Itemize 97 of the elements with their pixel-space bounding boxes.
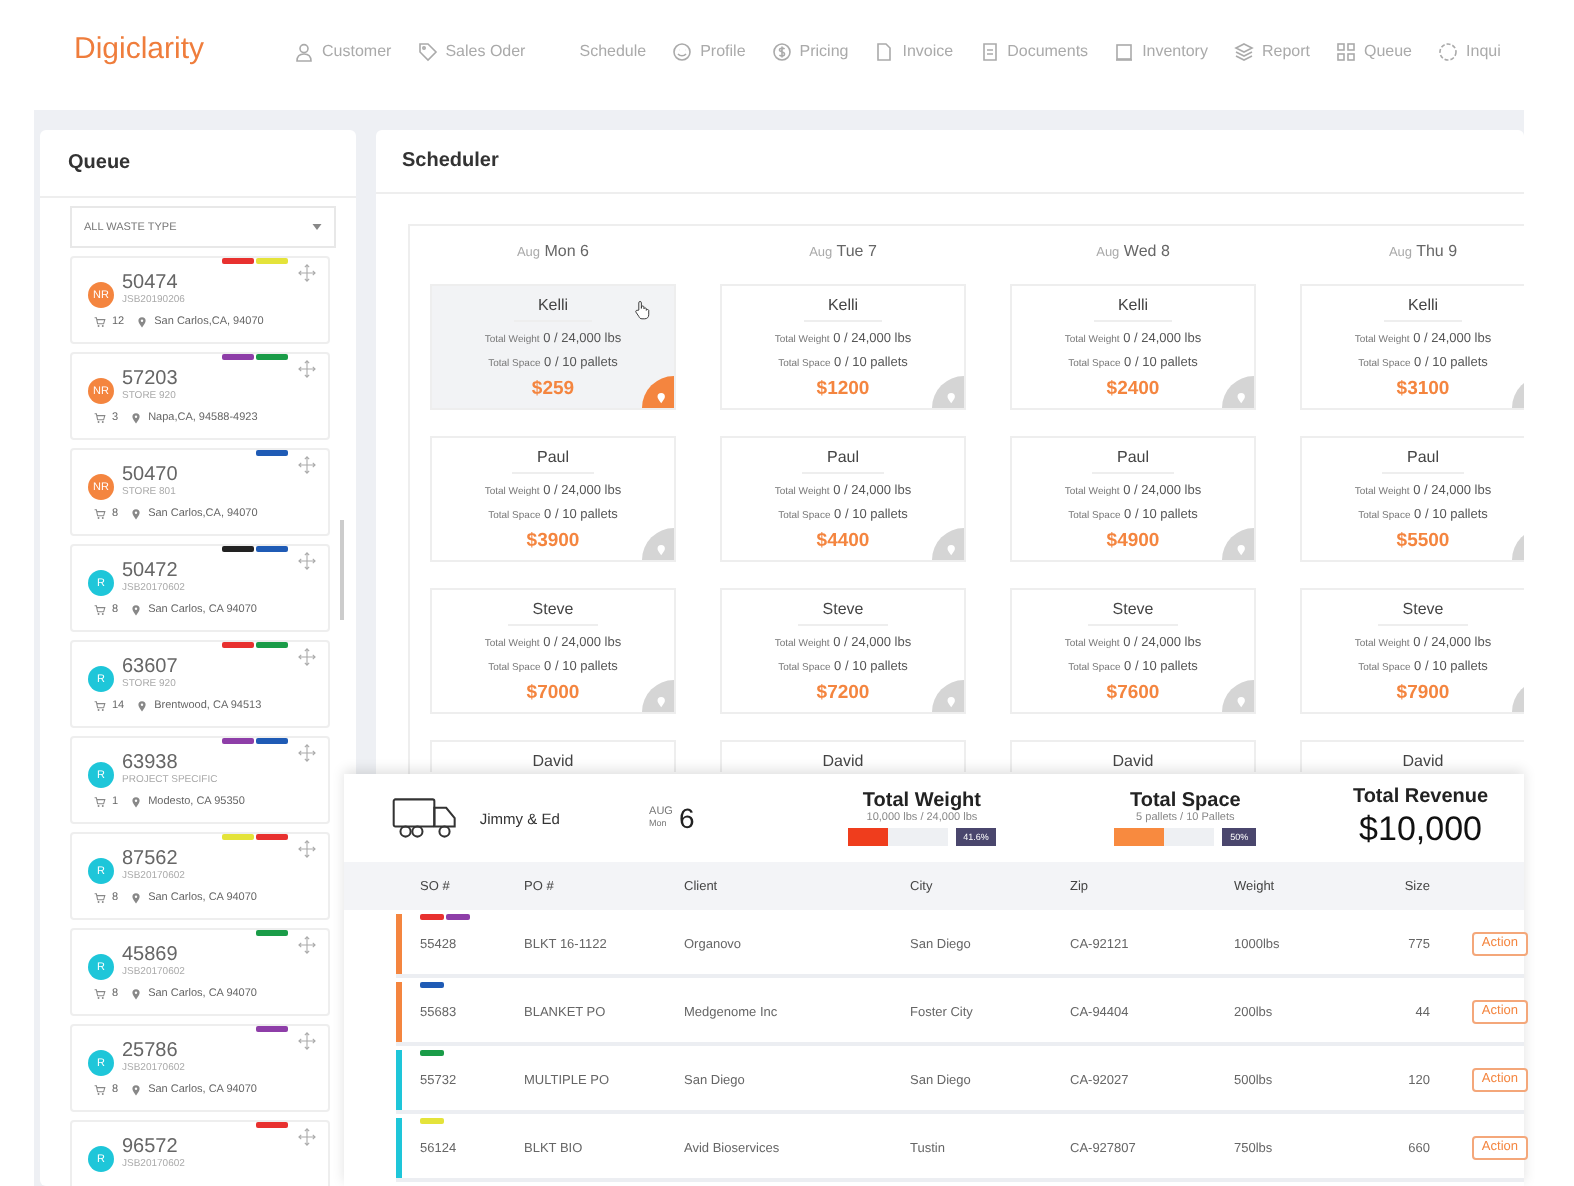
price-text: $259 [531, 376, 575, 402]
pin-corner-icon[interactable] [1222, 680, 1254, 712]
move-icon[interactable] [298, 456, 316, 474]
date-number: 6 [678, 802, 695, 834]
move-icon[interactable] [298, 552, 316, 570]
driver-card[interactable]: David [1010, 740, 1256, 772]
pin-corner-icon[interactable] [932, 680, 964, 712]
caret-icon [312, 224, 322, 230]
pin-corner-icon[interactable] [932, 528, 964, 560]
pin-corner-icon[interactable] [1222, 528, 1254, 560]
metric-title: Total Space [1129, 790, 1241, 812]
truck-icon [392, 794, 460, 842]
cart-icon [94, 508, 106, 520]
cart-icon [94, 892, 106, 904]
price-text: $4400 [816, 528, 870, 554]
order-number: 50472 [122, 560, 180, 582]
order-number: 25786 [122, 1040, 180, 1062]
driver-name: Steve [1378, 600, 1468, 626]
move-icon[interactable] [298, 360, 316, 378]
driver-name: Kelli [1093, 296, 1173, 322]
scrollbar[interactable] [340, 520, 344, 620]
progress-bar [1114, 828, 1215, 846]
cart-icon [94, 412, 106, 424]
dollar-icon [771, 41, 792, 61]
price-text: $2400 [1106, 376, 1160, 402]
panel-title: Queue [40, 130, 356, 198]
pin-corner-icon[interactable] [642, 528, 674, 560]
move-icon[interactable] [298, 1032, 316, 1050]
location-pin-icon [130, 412, 143, 424]
cart-icon [94, 796, 106, 808]
driver-name: Steve [798, 600, 888, 626]
cart-icon [94, 700, 106, 712]
move-icon[interactable] [298, 936, 316, 954]
document-icon [979, 41, 1000, 61]
driver-card[interactable]: David [720, 740, 966, 772]
order-number: 50470 [122, 464, 178, 486]
driver-name: Paul [512, 448, 593, 474]
layers-icon [1233, 41, 1254, 61]
person-icon [294, 41, 315, 61]
location-pin-icon [130, 1084, 143, 1096]
move-icon[interactable] [298, 264, 316, 282]
order-number: 63607 [122, 656, 178, 678]
order-number: 63938 [122, 752, 180, 774]
driver-name: Kelli [803, 296, 883, 322]
circle-icon [1438, 41, 1459, 61]
pin-corner-icon[interactable] [1222, 376, 1254, 408]
move-icon[interactable] [298, 744, 316, 762]
metric-title: Total Weight [862, 790, 981, 812]
panel-title: Scheduler [376, 130, 1524, 194]
driver-name: Kelli [513, 296, 593, 322]
order-number: 96572 [122, 1136, 180, 1158]
location-pin-icon [130, 604, 143, 616]
document-icon [874, 41, 895, 61]
price-text: $3900 [526, 528, 580, 554]
driver-name: Paul [1382, 448, 1463, 474]
tag-icon [417, 41, 438, 61]
driver-name: Kelli [1383, 296, 1463, 322]
metric-title: Total Revenue [1352, 786, 1489, 808]
cart-icon [94, 604, 106, 616]
price-text: $7600 [1106, 680, 1160, 706]
order-number: 45869 [122, 944, 180, 966]
progress-bar [847, 828, 948, 846]
price-text: $7200 [816, 680, 870, 706]
price-text: $7000 [526, 680, 580, 706]
price-text: $5500 [1396, 528, 1450, 554]
move-icon[interactable] [298, 648, 316, 666]
cart-icon [94, 988, 106, 1000]
order-number: 50474 [122, 272, 180, 294]
location-pin-icon [130, 796, 143, 808]
order-number: 57203 [122, 368, 178, 390]
location-pin-icon [136, 316, 149, 328]
driver-name: Steve [508, 600, 598, 626]
price-text: $3100 [1396, 376, 1450, 402]
price-text: $1200 [816, 376, 870, 402]
grid-icon [1335, 41, 1356, 61]
driver-name: Paul [802, 448, 883, 474]
driver-card[interactable]: David [1300, 740, 1524, 772]
location-pin-icon [130, 508, 143, 520]
driver-name: Paul [1092, 448, 1173, 474]
square-icon [1114, 41, 1135, 61]
pin-corner-icon[interactable] [932, 376, 964, 408]
location-pin-icon [136, 700, 149, 712]
driver-card[interactable]: David [430, 740, 676, 772]
location-pin-icon [130, 988, 143, 1000]
location-pin-icon [130, 892, 143, 904]
driver-name: Steve [1088, 600, 1178, 626]
cart-icon [94, 1084, 106, 1096]
move-icon[interactable] [298, 840, 316, 858]
order-number: 87562 [122, 848, 180, 870]
revenue-value: $10,000 [1359, 810, 1482, 850]
pin-corner-icon[interactable] [642, 376, 674, 408]
price-text: $4900 [1106, 528, 1160, 554]
move-icon[interactable] [298, 1128, 316, 1146]
price-text: $7900 [1396, 680, 1450, 706]
smiley-icon [672, 41, 693, 61]
cart-icon [94, 316, 106, 328]
pin-corner-icon[interactable] [642, 680, 674, 712]
